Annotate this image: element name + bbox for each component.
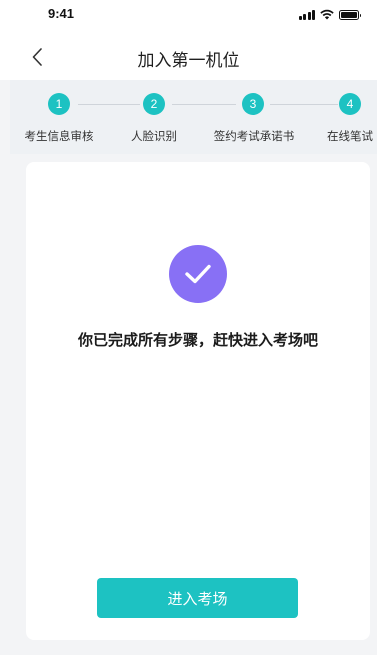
step-connector [172,104,236,105]
cellular-signal-icon [298,10,315,20]
step-3-circle: 3 [242,93,264,115]
step-3-label: 签约考试承诺书 [213,129,295,143]
top-header: 9:41 加入第一机位 [0,0,377,80]
step-1-circle: 1 [48,93,70,115]
step-connector [270,104,338,105]
success-badge [169,245,227,303]
step-4-label: 在线笔试 [327,129,373,143]
status-time: 9:41 [48,6,75,21]
wifi-icon [320,9,334,20]
completion-message: 你已完成所有步骤，赶快进入考场吧 [77,331,318,349]
battery-icon [339,10,361,20]
step-1-label: 考生信息审核 [24,129,94,143]
step-2-label: 人脸识别 [131,129,177,143]
step-4-circle: 4 [339,93,361,115]
status-icons [298,8,361,20]
page-title: 加入第一机位 [137,51,240,71]
status-bar: 9:41 [0,0,377,30]
step-connector [78,104,140,105]
completion-card [26,162,370,640]
step-2-circle: 2 [143,93,165,115]
check-icon [185,264,211,284]
enter-exam-button[interactable]: 进入考场 [97,578,298,618]
